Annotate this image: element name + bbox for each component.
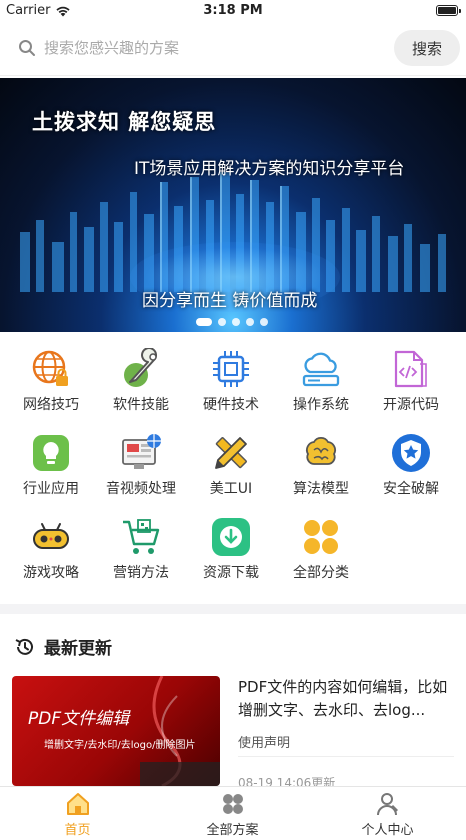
status-bar: Carrier 3:18 PM [0,0,466,22]
category-downloads[interactable]: 资源下载 [186,508,276,592]
category-industry[interactable]: 行业应用 [6,424,96,508]
tab-profile[interactable]: 个人中心 [310,787,465,840]
banner-subtitle: IT场景应用解决方案的知识分享平台 [134,159,405,179]
search-input[interactable] [44,39,364,57]
category-label: 软件技能 [113,397,169,413]
category-grid: 网络技巧 软件技能 硬件技术 操作系统 开源代码 行业应用 音视频处理 美工UI… [0,340,466,598]
category-all[interactable]: 全部分类 [276,508,366,592]
category-label: 全部分类 [293,565,349,581]
search-icon [19,40,35,56]
category-label: 硬件技术 [203,397,259,413]
wrench-icon [124,348,157,387]
gamepad-icon [33,523,69,549]
tab-all-solutions[interactable]: 全部方案 [155,787,310,840]
category-os[interactable]: 操作系统 [276,340,366,424]
latest-title: 最新更新 [44,639,112,659]
category-label: 音视频处理 [106,481,176,497]
category-label: 开源代码 [383,397,439,413]
tab-bar: 首页 全部方案 个人中心 [0,786,466,840]
carousel-indicator[interactable] [196,318,268,326]
category-label: 安全破解 [383,481,439,497]
four-dots-icon [304,520,338,554]
article-card[interactable]: PDF文件编辑 增删文字/去水印/去logo/删除图片 PDF文件的内容如何编辑… [12,676,454,790]
article-tag: 使用声明 [238,736,291,751]
category-ui[interactable]: 美工UI [186,424,276,508]
thumbnail-subtitle: 增删文字/去水印/去logo/删除图片 [44,740,196,751]
cloud-server-icon [302,352,340,387]
shopping-cart-icon [123,519,160,554]
category-label: 营销方法 [113,565,169,581]
network-globe-icon [32,350,68,386]
category-media[interactable]: 音视频处理 [96,424,186,508]
carousel-dot[interactable] [260,318,268,326]
download-icon [212,518,250,556]
carousel-dot[interactable] [218,318,226,326]
category-label: 资源下载 [203,565,259,581]
category-algorithm[interactable]: 算法模型 [276,424,366,508]
article-title[interactable]: PDF文件的内容如何编辑，比如增删文字、去水印、去log... [238,676,454,722]
brain-icon [306,436,336,465]
section-divider [0,604,466,614]
carousel-dot[interactable] [232,318,240,326]
article-divider [238,756,454,757]
search-bar: 搜索 [0,22,466,76]
category-label: 算法模型 [293,481,349,497]
carousel-dot[interactable] [196,318,212,326]
category-network[interactable]: 网络技巧 [6,340,96,424]
chip-icon [213,351,249,387]
category-games[interactable]: 游戏攻略 [6,508,96,592]
carousel-dot[interactable] [246,318,254,326]
tab-home[interactable]: 首页 [0,787,155,840]
search-button[interactable]: 搜索 [394,30,460,66]
banner-title: 土拨求知 解您疑思 [32,110,217,134]
banner-slogan: 因分享而生 铸价值而成 [142,291,318,311]
latest-header: 最新更新 [14,634,112,659]
shield-star-icon [392,434,430,472]
pencil-ruler-icon [215,437,247,469]
search-field[interactable] [18,32,378,64]
tab-label: 首页 [64,823,91,838]
user-icon [376,793,398,816]
status-time: 3:18 PM [203,3,263,18]
tab-label: 全部方案 [206,823,259,838]
category-label: 游戏攻略 [23,565,79,581]
category-label: 网络技巧 [23,397,79,413]
category-label: 行业应用 [23,481,79,497]
category-opensource[interactable]: 开源代码 [366,340,456,424]
category-marketing[interactable]: 营销方法 [96,508,186,592]
banner-carousel[interactable]: 土拨求知 解您疑思 IT场景应用解决方案的知识分享平台 因分享而生 铸价值而成 [0,78,466,332]
grid-circles-icon [222,794,243,814]
article-thumbnail: PDF文件编辑 增删文字/去水印/去logo/删除图片 [12,676,220,786]
category-label: 操作系统 [293,397,349,413]
battery-icon [436,5,461,16]
history-clock-icon [15,638,33,655]
thumbnail-title: PDF文件编辑 [28,709,130,729]
category-label: 美工UI [209,481,253,497]
category-hardware[interactable]: 硬件技术 [186,340,276,424]
monitor-media-icon [122,434,161,469]
tab-label: 个人中心 [361,823,414,838]
category-security[interactable]: 安全破解 [366,424,456,508]
category-software[interactable]: 软件技能 [96,340,186,424]
lightbulb-icon [33,435,69,471]
code-file-icon [394,350,427,388]
home-icon [66,793,89,815]
pdf-swoosh-icon [140,676,220,786]
